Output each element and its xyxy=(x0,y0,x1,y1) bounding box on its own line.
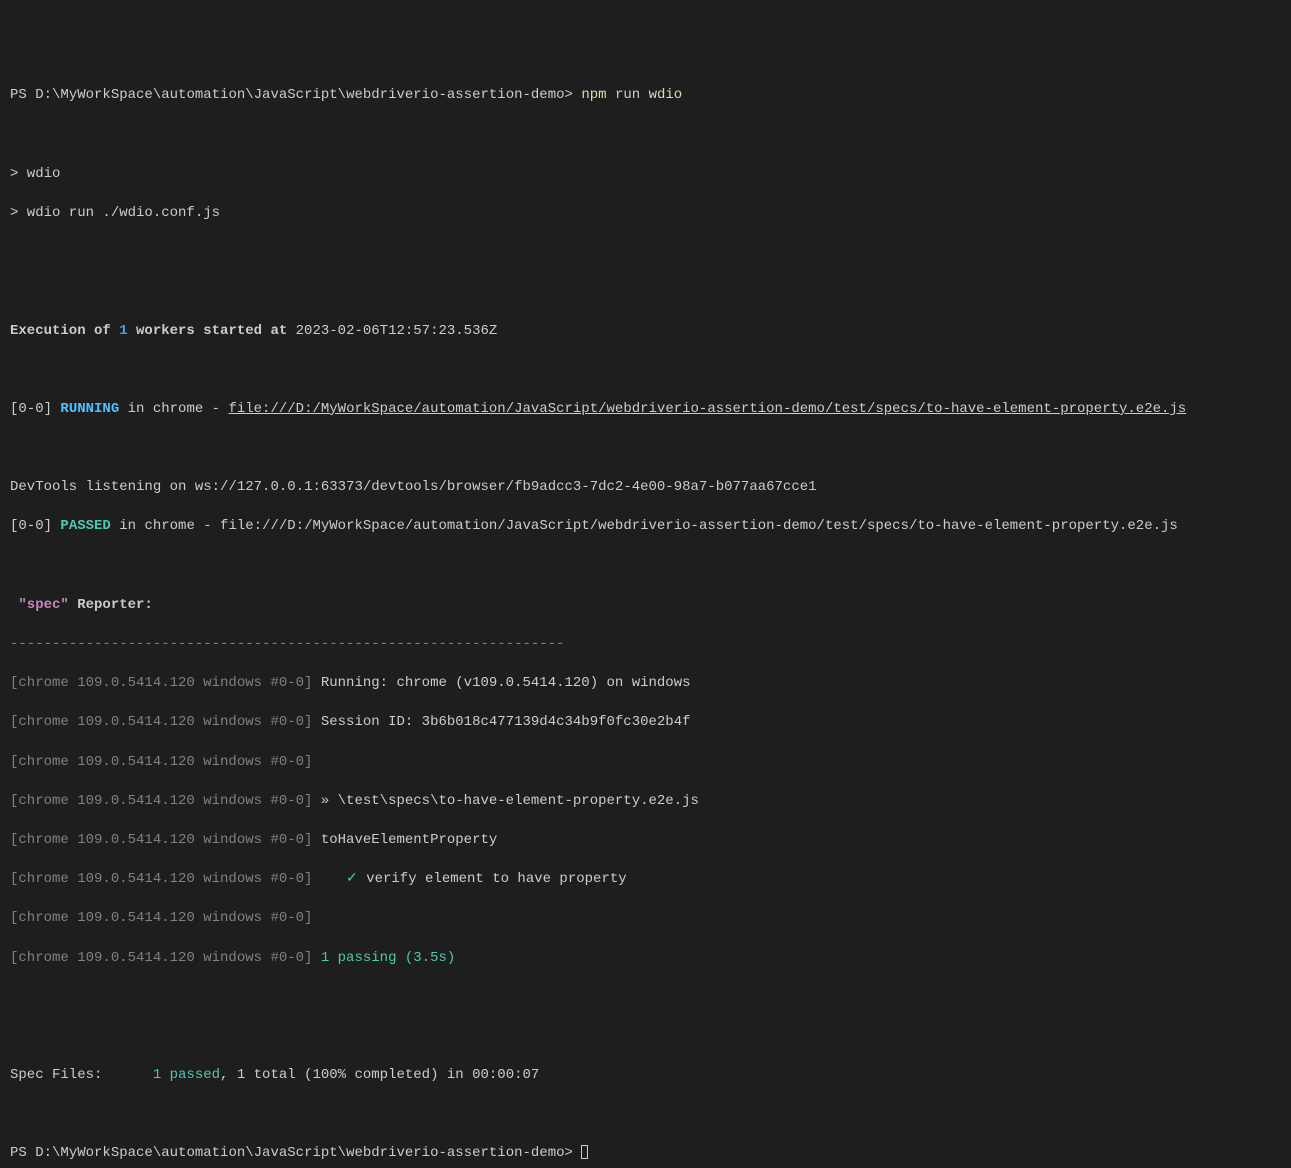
report-row-7: [chrome 109.0.5414.120 windows #0-0] xyxy=(10,909,1281,929)
summary-label: Spec Files: xyxy=(10,1067,153,1083)
test-name: verify element to have property xyxy=(366,871,626,887)
row-prefix: [chrome 109.0.5414.120 windows #0-0] xyxy=(10,675,312,691)
cmd-run: run xyxy=(607,87,649,103)
prompt-line-2[interactable]: PS D:\MyWorkSpace\automation\JavaScript\… xyxy=(10,1144,1281,1164)
execution-line: Execution of 1 workers started at 2023-0… xyxy=(10,322,1281,342)
spec-label: "spec" xyxy=(10,597,69,613)
passed-line: [0-0] PASSED in chrome - file:///D:/MyWo… xyxy=(10,517,1281,537)
prompt-line-1: PS D:\MyWorkSpace\automation\JavaScript\… xyxy=(10,86,1281,106)
row-prefix: [chrome 109.0.5414.120 windows #0-0] xyxy=(10,910,312,926)
row-text: Running: chrome (v109.0.5414.120) on win… xyxy=(312,675,690,691)
report-row-3: [chrome 109.0.5414.120 windows #0-0] xyxy=(10,753,1281,773)
worker-id: [0-0] xyxy=(10,518,60,534)
spec-file-link[interactable]: file:///D:/MyWorkSpace/automation/JavaSc… xyxy=(228,401,1186,417)
report-row-6: [chrome 109.0.5414.120 windows #0-0] ✓ v… xyxy=(10,870,1281,890)
row-prefix: [chrome 109.0.5414.120 windows #0-0] xyxy=(10,871,312,887)
reporter-label: Reporter: xyxy=(69,597,153,613)
reporter-header: "spec" Reporter: xyxy=(10,596,1281,616)
prompt-sep: > xyxy=(565,1145,582,1161)
cursor-icon xyxy=(581,1145,588,1159)
ps-prefix: PS xyxy=(10,1145,35,1161)
row-prefix: [chrome 109.0.5414.120 windows #0-0] xyxy=(10,793,312,809)
report-row-2: [chrome 109.0.5414.120 windows #0-0] Ses… xyxy=(10,713,1281,733)
devtools-line: DevTools listening on ws://127.0.0.1:633… xyxy=(10,478,1281,498)
blank-line xyxy=(10,1105,1281,1125)
exec-text-2: workers started at xyxy=(128,323,296,339)
status-passed: PASSED xyxy=(60,518,110,534)
row-text: toHaveElementProperty xyxy=(312,832,497,848)
echo-line-2: > wdio run ./wdio.conf.js xyxy=(10,204,1281,224)
blank-line xyxy=(10,361,1281,381)
row-text: » \test\specs\to-have-element-property.e… xyxy=(312,793,698,809)
cwd-path: D:\MyWorkSpace\automation\JavaScript\web… xyxy=(35,1145,564,1161)
cwd-path: D:\MyWorkSpace\automation\JavaScript\web… xyxy=(35,87,564,103)
passing-text: 1 passing (3.5s) xyxy=(312,950,455,966)
summary-line: Spec Files: 1 passed, 1 total (100% comp… xyxy=(10,1066,1281,1086)
cmd-npm: npm xyxy=(581,87,606,103)
blank-line xyxy=(10,243,1281,263)
row-prefix: [chrome 109.0.5414.120 windows #0-0] xyxy=(10,754,312,770)
row-text: Session ID: 3b6b018c477139d4c34b9f0fc30e… xyxy=(312,714,690,730)
blank-line xyxy=(10,282,1281,302)
summary-rest: , 1 total (100% completed) in 00:00:07 xyxy=(220,1067,539,1083)
running-mid: in chrome - xyxy=(119,401,228,417)
row-prefix: [chrome 109.0.5414.120 windows #0-0] xyxy=(10,832,312,848)
divider: ----------------------------------------… xyxy=(10,635,1281,655)
blank-line xyxy=(10,439,1281,459)
row-prefix: [chrome 109.0.5414.120 windows #0-0] xyxy=(10,950,312,966)
cmd-wdio: wdio xyxy=(649,87,683,103)
exec-timestamp: 2023-02-06T12:57:23.536Z xyxy=(296,323,498,339)
worker-id: [0-0] xyxy=(10,401,60,417)
report-row-8: [chrome 109.0.5414.120 windows #0-0] 1 p… xyxy=(10,949,1281,969)
summary-passed: 1 passed xyxy=(153,1067,220,1083)
exec-text-1: Execution of xyxy=(10,323,119,339)
report-row-4: [chrome 109.0.5414.120 windows #0-0] » \… xyxy=(10,792,1281,812)
report-row-5: [chrome 109.0.5414.120 windows #0-0] toH… xyxy=(10,831,1281,851)
ps-prefix: PS xyxy=(10,87,35,103)
echo-line-1: > wdio xyxy=(10,165,1281,185)
blank-line xyxy=(10,988,1281,1008)
passed-mid: in chrome - file:///D:/MyWorkSpace/autom… xyxy=(111,518,1178,534)
row-prefix: [chrome 109.0.5414.120 windows #0-0] xyxy=(10,714,312,730)
prompt-sep: > xyxy=(565,87,582,103)
running-line: [0-0] RUNNING in chrome - file:///D:/MyW… xyxy=(10,400,1281,420)
blank-line xyxy=(10,557,1281,577)
blank-line xyxy=(10,1027,1281,1047)
status-running: RUNNING xyxy=(60,401,119,417)
worker-count: 1 xyxy=(119,323,127,339)
blank-line xyxy=(10,126,1281,146)
report-row-1: [chrome 109.0.5414.120 windows #0-0] Run… xyxy=(10,674,1281,694)
checkmark-icon: ✓ xyxy=(312,871,366,887)
